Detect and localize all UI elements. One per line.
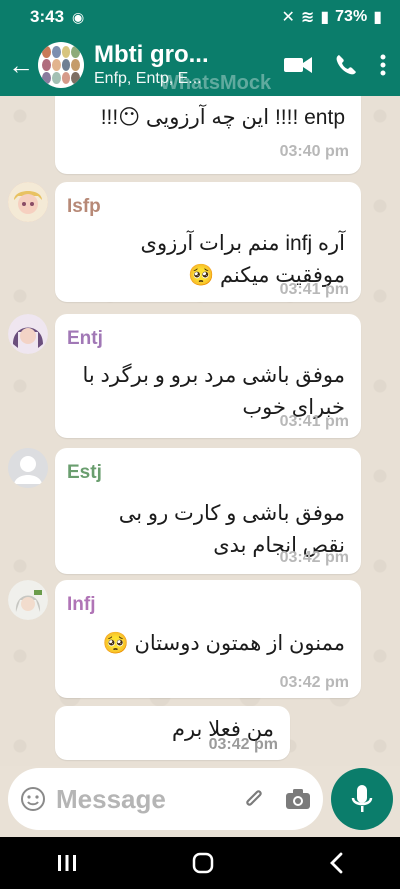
mic-icon bbox=[351, 785, 373, 812]
message-time: 03:42 pm bbox=[208, 736, 278, 753]
sender-name: Entj bbox=[67, 328, 103, 349]
battery-percent: 73% bbox=[335, 8, 368, 25]
sender-name: Infj bbox=[67, 594, 96, 615]
message-time: 03:42 pm bbox=[279, 674, 349, 691]
battery-icon: ▮ bbox=[373, 9, 382, 26]
status-time: 3:43 bbox=[30, 7, 65, 26]
system-nav-bar bbox=[0, 837, 400, 889]
video-call-icon[interactable] bbox=[284, 55, 312, 75]
message-text: entp !!!! این چه آرزویی 😶!!! bbox=[100, 106, 345, 129]
avatar-estj[interactable] bbox=[8, 448, 48, 488]
notification-icon: ◉ bbox=[72, 8, 85, 25]
message-time: 03:42 pm bbox=[279, 549, 349, 566]
message-bubble[interactable]: Infj ممنون از همتون دوستان 🥺 03:42 pm bbox=[55, 580, 361, 698]
sender-name: Estj bbox=[67, 462, 102, 483]
group-avatar[interactable] bbox=[38, 42, 84, 88]
avatar-isfp[interactable] bbox=[8, 182, 48, 222]
mic-button[interactable] bbox=[331, 768, 393, 830]
message-time: 03:40 pm bbox=[279, 143, 349, 160]
message-bubble[interactable]: Isfp آره infj منم برات آرزوی موفقیت میکن… bbox=[55, 182, 361, 302]
message-bubble[interactable]: Entj موفق باشی مرد برو و برگرد با خبرای … bbox=[55, 314, 361, 438]
group-title: Mbti gro... bbox=[94, 41, 209, 68]
camera-icon[interactable] bbox=[285, 788, 311, 810]
status-bar: 3:43 ◉ ✕ ≋ ▮ 73% ▮ bbox=[0, 0, 400, 34]
chat-header: ← Mbti gro... Enfp, Entp, E... WhatsMock bbox=[0, 34, 400, 96]
avatar-entj[interactable] bbox=[8, 314, 48, 354]
chat-title-block[interactable]: Mbti gro... Enfp, Entp, E... bbox=[94, 41, 244, 89]
emoji-icon[interactable] bbox=[20, 786, 46, 812]
chat-area[interactable]: entp !!!! این چه آرزویی 😶!!! 03:40 pm Is… bbox=[0, 96, 400, 766]
recent-apps-icon[interactable] bbox=[56, 853, 78, 873]
back-arrow-icon[interactable]: ← bbox=[4, 50, 38, 81]
wifi-icon: ≋ bbox=[300, 9, 315, 26]
voice-call-icon[interactable] bbox=[334, 53, 358, 77]
signal-icon: ▮ bbox=[320, 9, 330, 26]
message-text: ممنون از همتون دوستان 🥺 bbox=[102, 632, 345, 655]
message-input[interactable]: Message bbox=[56, 784, 166, 815]
message-time: 03:41 pm bbox=[279, 281, 349, 298]
message-bubble[interactable]: Estj موفق باشی و کارت رو بی نقص انجام بد… bbox=[55, 448, 361, 574]
home-icon[interactable] bbox=[191, 851, 215, 875]
message-time: 03:41 pm bbox=[279, 413, 349, 430]
message-bubble[interactable]: من فعلا برم 03:42 pm bbox=[55, 706, 290, 760]
sender-name: Isfp bbox=[67, 196, 101, 217]
mute-icon: ✕ bbox=[281, 9, 295, 26]
back-nav-icon[interactable] bbox=[328, 852, 344, 874]
attach-icon[interactable] bbox=[241, 786, 267, 812]
message-composer[interactable]: Message bbox=[8, 768, 323, 830]
more-options-icon[interactable] bbox=[380, 54, 386, 76]
message-bubble[interactable]: entp !!!! این چه آرزویی 😶!!! 03:40 pm bbox=[55, 96, 361, 174]
avatar-infj[interactable] bbox=[8, 580, 48, 620]
group-members: Enfp, Entp, E... bbox=[94, 70, 202, 87]
